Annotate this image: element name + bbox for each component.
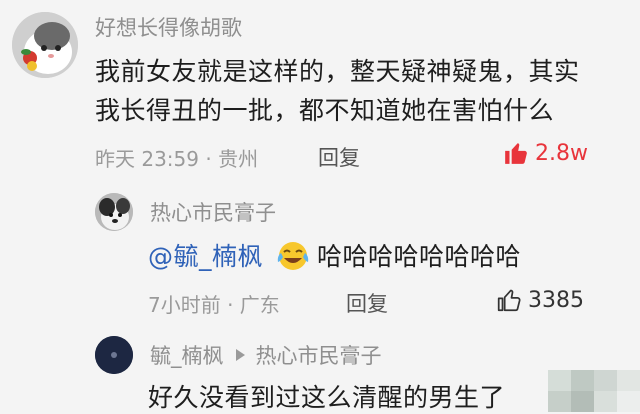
comment-meta: 昨天 23:59 · 贵州 — [95, 147, 259, 171]
like-count: 3385 — [528, 287, 584, 313]
avatar[interactable] — [12, 12, 78, 78]
dog-avatar-icon — [95, 193, 133, 231]
laughing-crying-emoji-icon — [277, 242, 309, 270]
thumb-up-outline-icon — [497, 289, 521, 312]
dark-avatar-icon — [95, 336, 133, 374]
reply-button[interactable]: 回复 — [318, 142, 360, 172]
author-name[interactable]: 毓_楠枫 — [150, 340, 224, 370]
comment-text: 好久没看到过这么清醒的男生了 — [148, 383, 506, 412]
avatar[interactable] — [95, 193, 133, 231]
comment-author: 毓_楠枫 热心市民膏子 — [150, 340, 382, 370]
comment-author[interactable]: 热心市民膏子 — [150, 197, 276, 227]
comment-text-line-1: 我前女友就是这样的，整天疑神疑鬼，其实 — [95, 57, 580, 86]
comment-meta: 7小时前 · 广东 — [148, 293, 280, 317]
reply-to-name[interactable]: 热心市民膏子 — [256, 340, 382, 370]
like-count: 2.8w — [535, 140, 588, 166]
thumb-up-filled-icon — [505, 143, 527, 164]
reply-button[interactable]: 回复 — [346, 288, 388, 318]
comment-text-line-2: 我长得丑的一批，都不知道她在害怕什么 — [95, 96, 555, 125]
cat-avatar-icon — [12, 12, 78, 78]
like-button[interactable]: 3385 — [496, 287, 584, 313]
mention-link[interactable]: @毓_楠枫 — [148, 237, 263, 273]
play-arrow-icon — [235, 349, 245, 361]
avatar[interactable] — [95, 336, 133, 374]
comment-author[interactable]: 好想长得像胡歌 — [95, 12, 242, 42]
pixelated-overlay — [548, 370, 640, 413]
comment-body: 哈哈哈哈哈哈哈哈 — [317, 242, 522, 271]
like-button[interactable]: 2.8w — [503, 140, 588, 166]
comment-text: @毓_楠枫 哈哈哈哈哈哈哈哈 — [148, 237, 521, 273]
